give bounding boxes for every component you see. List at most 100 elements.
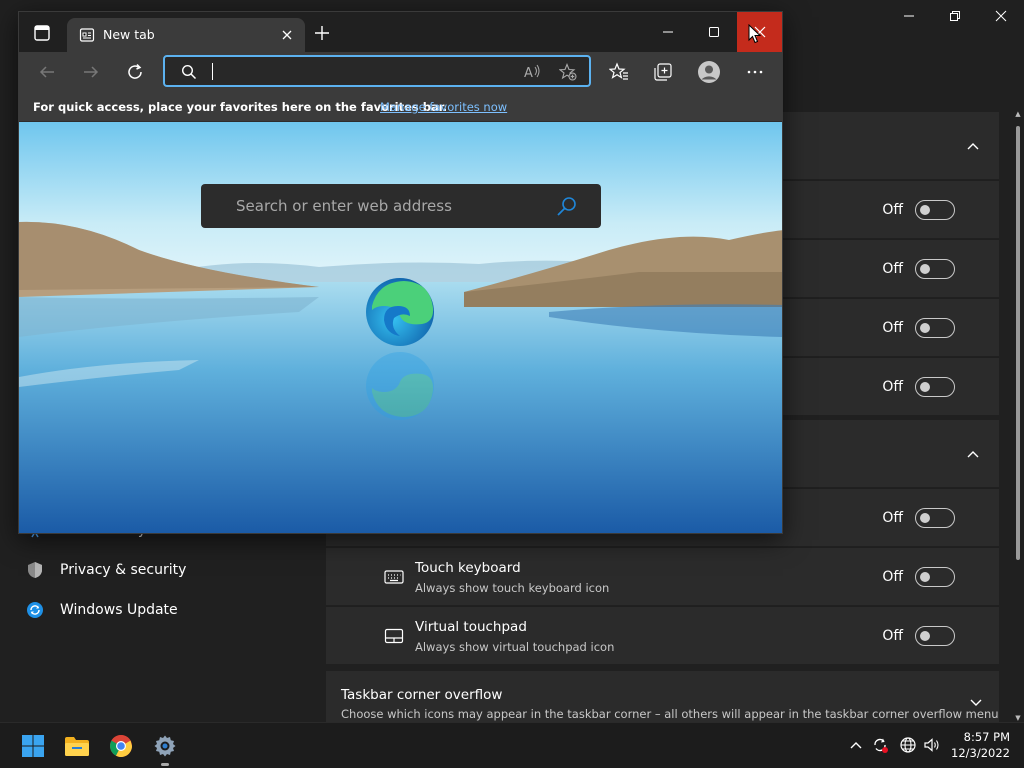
- nav-label: Privacy & security: [60, 562, 187, 578]
- settings-gear-icon: [154, 735, 176, 757]
- windows-start-icon: [22, 735, 44, 757]
- toggle-state-label: Off: [882, 320, 903, 336]
- file-explorer-icon: [65, 737, 89, 756]
- collections-icon: [654, 63, 672, 81]
- refresh-icon: [128, 63, 142, 79]
- maximize-icon: [709, 27, 719, 37]
- virtual-touchpad-row: Virtual touchpad Always show virtual tou…: [326, 606, 999, 664]
- touch-keyboard-toggle[interactable]: [915, 567, 955, 587]
- tab-actions-icon: [34, 25, 50, 41]
- taskbar-corner-overflow-card[interactable]: Taskbar corner overflow Choose which ico…: [326, 671, 999, 722]
- toggle-switch[interactable]: [915, 377, 955, 397]
- ntp-search-placeholder: Search or enter web address: [236, 197, 452, 215]
- svg-text:A: A: [524, 66, 533, 81]
- scrollbar-thumb[interactable]: [1016, 126, 1020, 560]
- edge-logo-icon: [366, 278, 434, 346]
- shield-icon: [26, 561, 44, 579]
- settings-caption-buttons: [886, 0, 1024, 32]
- favorites-icon: [609, 62, 628, 80]
- edge-titlebar: New tab: [19, 12, 782, 52]
- edge-minimize-button[interactable]: [645, 12, 691, 52]
- toggle-state-label: Off: [882, 379, 903, 395]
- volume-button[interactable]: [922, 735, 942, 755]
- add-favorite-icon[interactable]: [559, 63, 577, 81]
- forward-button[interactable]: [79, 60, 103, 84]
- chevron-up-icon: [963, 136, 983, 156]
- ntp-search-box[interactable]: Search or enter web address: [201, 184, 601, 228]
- settings-more-button[interactable]: [743, 60, 767, 84]
- address-bar[interactable]: A: [163, 55, 591, 87]
- globe-icon: [900, 737, 916, 753]
- collections-button[interactable]: [651, 60, 675, 84]
- sync-status-icon[interactable]: [870, 735, 890, 755]
- arrow-right-icon: [84, 66, 99, 78]
- toggle-state-label: Off: [882, 510, 903, 526]
- toggle-switch[interactable]: [915, 318, 955, 338]
- close-icon: [995, 10, 1007, 22]
- scroll-down-arrow-icon[interactable]: ▼: [1014, 714, 1022, 722]
- favorites-button[interactable]: [607, 60, 631, 84]
- minimize-icon: [904, 15, 914, 17]
- manage-favorites-link[interactable]: Manage favorites now: [380, 100, 507, 114]
- profile-button[interactable]: [697, 60, 721, 84]
- settings-minimize-button[interactable]: [886, 0, 932, 32]
- bing-search-icon[interactable]: [555, 195, 579, 219]
- virtual-touchpad-title: Virtual touchpad: [415, 619, 527, 635]
- restore-icon: [950, 11, 960, 21]
- favorites-bar: For quick access, place your favorites h…: [19, 92, 782, 122]
- toggle-state-label: Off: [882, 261, 903, 277]
- chevron-up-icon: [963, 444, 983, 464]
- more-horizontal-icon: [747, 70, 763, 74]
- new-tab-button[interactable]: [313, 24, 331, 42]
- refresh-button[interactable]: [123, 60, 147, 84]
- close-tab-icon[interactable]: [279, 27, 295, 43]
- clock-time: 8:57 PM: [963, 730, 1010, 744]
- toggle-switch[interactable]: [915, 259, 955, 279]
- edge-toolbar: A: [19, 52, 782, 92]
- virtual-touchpad-subtitle: Always show virtual touchpad icon: [415, 640, 615, 654]
- plus-icon: [315, 26, 329, 40]
- tab-new-tab[interactable]: New tab: [67, 18, 305, 52]
- settings-scrollbar[interactable]: ▲ ▼: [1014, 110, 1022, 722]
- virtual-touchpad-toggle[interactable]: [915, 626, 955, 646]
- settings-taskbar-button[interactable]: [148, 729, 182, 766]
- chrome-icon: [110, 735, 132, 758]
- arrow-left-icon: [39, 66, 54, 78]
- speaker-icon: [924, 738, 939, 752]
- read-aloud-icon[interactable]: A: [523, 63, 541, 81]
- toggle-state-label: Off: [882, 202, 903, 218]
- back-button[interactable]: [35, 60, 59, 84]
- new-tab-page: Search or enter web address: [19, 122, 782, 533]
- network-icon[interactable]: [898, 735, 918, 755]
- address-input[interactable]: [209, 61, 509, 81]
- touch-keyboard-title: Touch keyboard: [415, 560, 521, 576]
- windows-update-icon: [26, 601, 44, 619]
- tab-title: New tab: [103, 27, 155, 42]
- toggle-state-label: Off: [882, 569, 903, 585]
- sync-icon: [874, 738, 888, 753]
- touch-keyboard-row: Touch keyboard Always show touch keyboar…: [326, 547, 999, 605]
- mouse-cursor-icon: [748, 24, 762, 44]
- touchpad-icon: [384, 628, 404, 644]
- nav-item-windows-update[interactable]: Windows Update: [16, 590, 316, 630]
- start-button[interactable]: [16, 729, 50, 763]
- taskbar-clock[interactable]: 8:57 PM 12/3/2022: [951, 729, 1010, 761]
- tab-actions-button[interactable]: [33, 24, 51, 42]
- overflow-title: Taskbar corner overflow: [341, 687, 503, 703]
- toggle-switch[interactable]: [915, 508, 955, 528]
- chevron-down-icon: [969, 693, 983, 712]
- file-explorer-button[interactable]: [60, 729, 94, 763]
- chrome-button[interactable]: [104, 729, 138, 763]
- show-hidden-icons-button[interactable]: [846, 735, 866, 755]
- new-tab-page-icon: [79, 28, 95, 42]
- scroll-up-arrow-icon[interactable]: ▲: [1014, 110, 1022, 118]
- settings-close-button[interactable]: [978, 0, 1024, 32]
- toggle-state-label: Off: [882, 628, 903, 644]
- nav-item-privacy-security[interactable]: Privacy & security: [16, 550, 316, 590]
- avatar: [698, 61, 720, 83]
- toggle-switch[interactable]: [915, 200, 955, 220]
- settings-restore-button[interactable]: [932, 0, 978, 32]
- edge-maximize-button[interactable]: [691, 12, 737, 52]
- clock-date: 12/3/2022: [951, 746, 1010, 760]
- nav-label: Windows Update: [60, 602, 178, 618]
